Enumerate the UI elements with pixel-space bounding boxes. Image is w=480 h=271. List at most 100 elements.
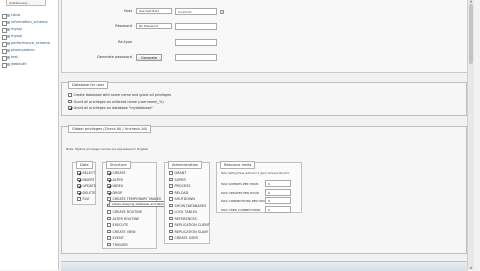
resource-limit-input[interactable]: 0 — [265, 188, 291, 196]
checkbox[interactable] — [77, 190, 81, 195]
checkbox[interactable] — [68, 93, 72, 97]
global-privileges-legend[interactable]: Global privileges (Check All / Uncheck A… — [68, 125, 152, 133]
administration-privilege[interactable]: LOCK TABLES — [169, 210, 197, 215]
administration-privilege[interactable]: PROCESS — [169, 184, 190, 189]
database-name[interactable]: test — [11, 55, 18, 59]
checkbox[interactable] — [107, 184, 111, 188]
checkbox[interactable] — [107, 177, 111, 182]
resource-limit-label: MAX UPDATES PER HOUR — [221, 190, 259, 195]
resource-limit-input[interactable]: 0 — [265, 205, 291, 213]
structure-privilege[interactable]: ALTER ROUTINE — [107, 217, 139, 222]
administration-privilege[interactable]: SUPER — [169, 178, 186, 183]
administration-privilege[interactable]: SHUTDOWN — [169, 197, 195, 202]
administration-privilege[interactable]: REPLICATION CLIENT — [169, 223, 210, 228]
checkbox-label: EXECUTE — [112, 223, 129, 227]
sidebar-database-item[interactable]: test — [2, 54, 58, 61]
checkbox[interactable] — [169, 177, 173, 182]
host-input[interactable]: localhost — [175, 8, 217, 15]
structure-privilege[interactable]: TRIGGER — [107, 243, 128, 248]
database-name[interactable]: mysql — [11, 27, 22, 31]
data-privilege[interactable]: INSERT — [77, 178, 95, 183]
navigation-sidebar: (Databases)... cdcol information_schemamy… — [0, 0, 59, 270]
resource-limit-input[interactable]: 0 — [265, 197, 291, 204]
administration-privilege[interactable]: REFERENCES — [169, 217, 197, 222]
checkbox[interactable] — [77, 171, 81, 175]
checkbox[interactable] — [169, 210, 173, 214]
administration-privilege[interactable]: RELOAD — [169, 191, 188, 196]
structure-privilege[interactable]: ALTER — [107, 178, 123, 183]
password-input[interactable] — [175, 23, 217, 30]
checkbox[interactable] — [107, 229, 111, 234]
checkbox[interactable] — [77, 184, 81, 188]
checkbox[interactable] — [169, 197, 173, 201]
database-select[interactable]: (Databases)... — [6, 0, 46, 6]
checkbox[interactable] — [169, 203, 173, 208]
retype-password-input[interactable] — [175, 39, 217, 46]
data-privilege[interactable]: FILE — [77, 197, 89, 202]
administration-legend: Administration — [168, 161, 203, 169]
sidebar-database-item[interactable]: phpmyadmin — [2, 47, 58, 54]
administration-privilege[interactable]: CREATE USER — [169, 236, 198, 241]
sidebar-database-item[interactable]: cdcol — [2, 12, 58, 19]
structure-privilege[interactable]: INDEX — [107, 184, 123, 189]
checkbox[interactable] — [77, 177, 81, 182]
resource-limit-input[interactable]: 0 — [265, 180, 291, 187]
host-type-select[interactable]: Use text field — [136, 8, 172, 14]
resource-limits-legend: Resource limits — [220, 161, 256, 169]
structure-privilege[interactable]: CREATE ROUTINE — [107, 210, 142, 215]
database-name[interactable]: webauth — [11, 62, 27, 66]
administration-privilege[interactable]: GRANT — [169, 171, 186, 176]
checkbox[interactable] — [169, 229, 173, 234]
checkbox[interactable] — [169, 171, 173, 175]
database-option[interactable]: Grant all privileges on wildcard name (u… — [68, 100, 164, 105]
password-type-select[interactable]: No Password — [136, 23, 172, 29]
structure-privilege[interactable]: CREATE — [107, 171, 126, 176]
sidebar-database-item[interactable]: information_schema — [2, 19, 58, 26]
checkbox[interactable] — [169, 184, 173, 188]
structure-privilege[interactable]: EVENT — [107, 236, 124, 241]
database-name[interactable]: phpmyadmin — [11, 48, 35, 52]
sidebar-database-item[interactable]: webauth — [2, 61, 58, 68]
structure-privilege[interactable]: EXECUTE — [107, 223, 128, 228]
data-privilege[interactable]: DELETE — [77, 191, 96, 196]
checkbox[interactable] — [169, 236, 173, 240]
database-option[interactable]: Grant all privileges on database "mydata… — [68, 106, 153, 111]
generated-password-input[interactable] — [175, 54, 217, 61]
scroll-thumb[interactable] — [469, 4, 473, 64]
checkbox[interactable] — [107, 236, 111, 240]
database-name[interactable]: information_schema — [11, 20, 48, 24]
database-name[interactable]: performance_schema — [11, 41, 50, 45]
checkbox-label: SELECT — [82, 171, 96, 175]
database-name[interactable]: cdcol — [11, 13, 20, 17]
checkbox[interactable] — [77, 197, 81, 201]
data-privilege[interactable]: SELECT — [77, 171, 95, 176]
administration-privilege[interactable]: REPLICATION SLAVE — [169, 230, 208, 235]
database-name[interactable]: mysql — [11, 34, 22, 38]
structure-privilege[interactable]: CREATE VIEW — [107, 230, 136, 235]
checkbox-label: TRIGGER — [112, 242, 128, 247]
checkbox[interactable] — [107, 171, 111, 175]
structure-privilege[interactable]: DROP — [107, 191, 122, 196]
checkbox[interactable] — [107, 210, 111, 214]
generate-button[interactable]: Generate — [136, 54, 162, 61]
checkbox[interactable] — [169, 223, 173, 227]
checkbox[interactable] — [107, 216, 111, 221]
checkbox[interactable] — [107, 190, 111, 195]
sidebar-database-item[interactable]: performance_schema — [2, 40, 58, 47]
checkbox[interactable] — [107, 242, 111, 247]
checkbox[interactable] — [68, 106, 72, 110]
main-content: Host Use text field localhost Password N… — [59, 0, 474, 271]
checkbox[interactable] — [169, 190, 173, 195]
data-privilege[interactable]: UPDATE — [77, 184, 96, 189]
administration-privilege[interactable]: SHOW DATABASES — [169, 204, 206, 209]
checkbox[interactable] — [68, 99, 72, 104]
sidebar-database-item[interactable]: mysql — [2, 26, 58, 33]
checkbox[interactable] — [169, 216, 173, 221]
resource-limits-note: Note: Setting these options to 0 (zero) … — [221, 172, 290, 175]
database-icon — [6, 27, 10, 32]
vertical-scrollbar[interactable]: ▲ ▼ — [467, 0, 474, 270]
database-option[interactable]: Create database with same name and grant… — [68, 93, 171, 98]
sidebar-database-item[interactable]: mysql — [2, 33, 58, 40]
checkbox[interactable] — [107, 223, 111, 227]
scroll-up-arrow-icon[interactable]: ▲ — [469, 0, 473, 3]
